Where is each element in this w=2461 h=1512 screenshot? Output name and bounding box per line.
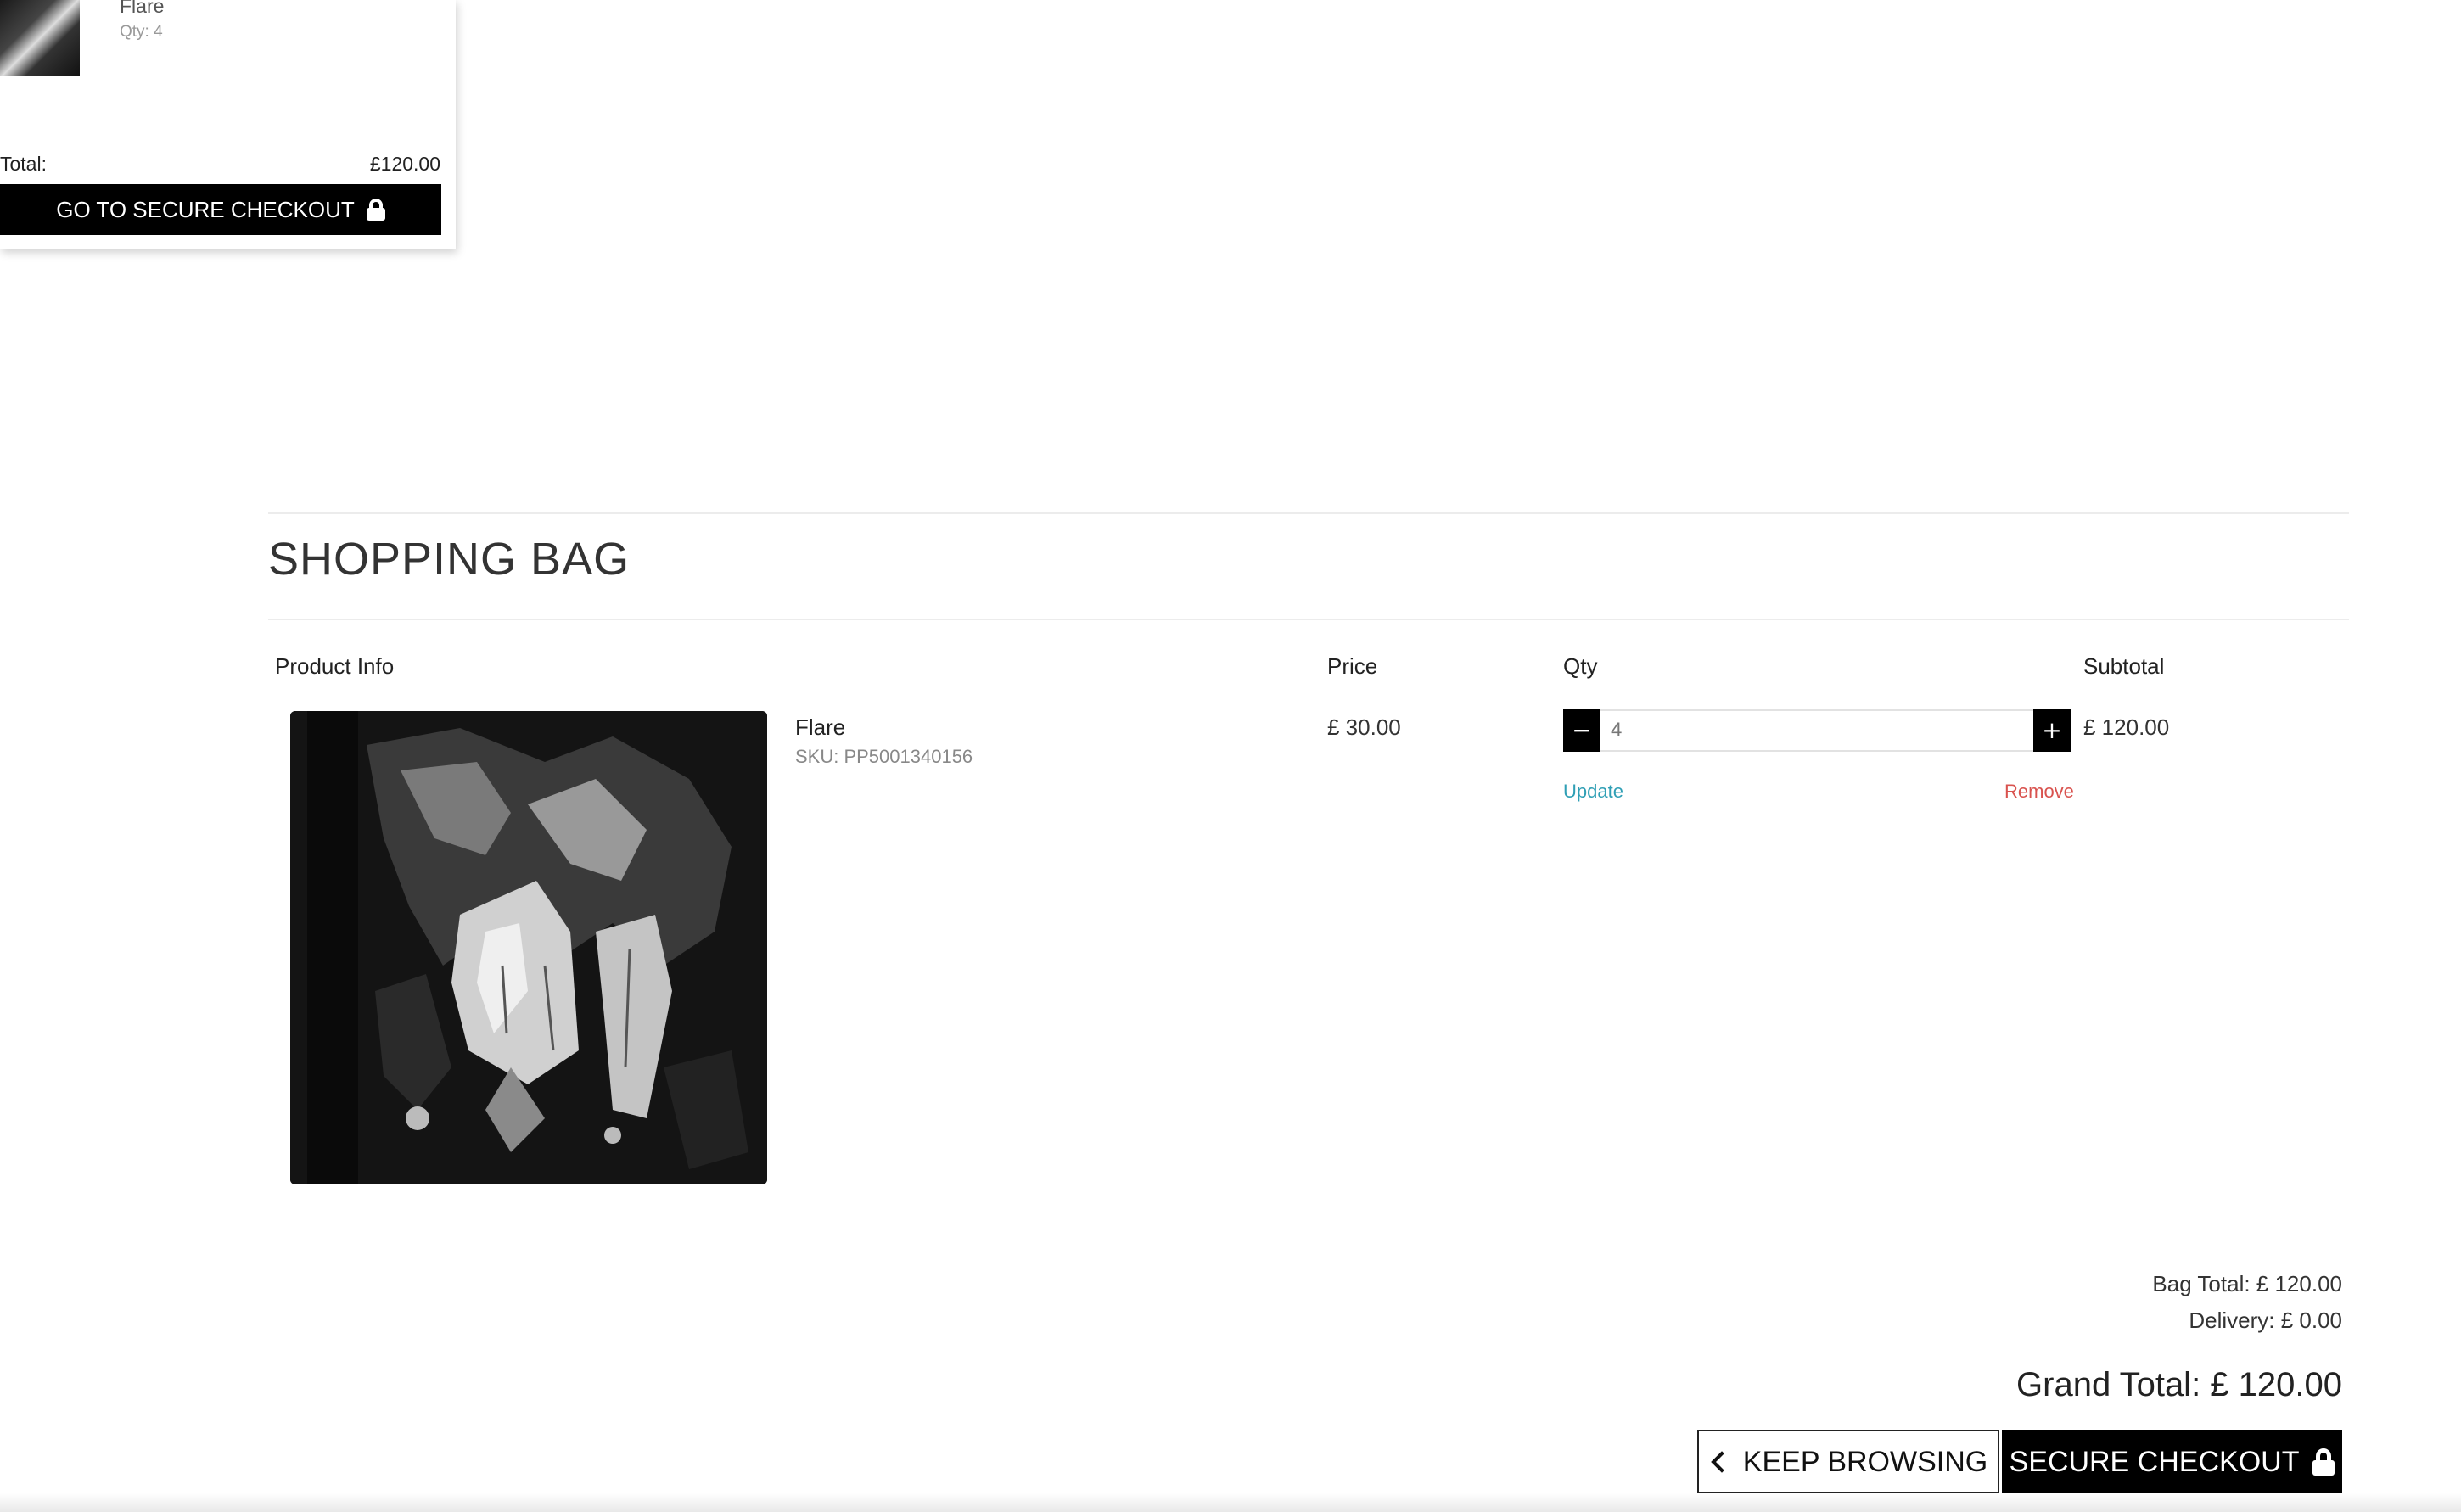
column-header-price: Price xyxy=(1327,653,1378,679)
lock-icon xyxy=(2312,1448,2335,1476)
mini-bag-dropdown: Flare Qty: 4 Total: £120.00 GO TO SECURE… xyxy=(0,0,456,249)
keep-browsing-button[interactable]: KEEP BROWSING xyxy=(1697,1430,1999,1494)
quantity-stepper: − + xyxy=(1563,709,2071,752)
grand-total: Grand Total: £ 120.00 xyxy=(2016,1366,2342,1403)
increment-button[interactable]: + xyxy=(2033,709,2071,752)
mini-bag-total-value: £120.00 xyxy=(369,153,440,175)
mini-bag-item-qty: Qty: 4 xyxy=(120,23,163,41)
bag-total: Bag Total: £ 120.00 xyxy=(2152,1271,2342,1296)
secure-checkout-button[interactable]: SECURE CHECKOUT xyxy=(2002,1430,2342,1494)
lock-icon xyxy=(366,199,385,221)
mini-bag-checkout-button[interactable]: GO TO SECURE CHECKOUT xyxy=(0,184,441,235)
mini-bag-item-name[interactable]: Flare xyxy=(120,0,164,18)
page: Flare Qty: 4 Total: £120.00 GO TO SECURE… xyxy=(0,0,2461,1512)
product-name: Flare xyxy=(795,714,846,740)
product-subtotal: £ 120.00 xyxy=(2083,714,2170,740)
remove-link[interactable]: Remove xyxy=(2004,781,2074,803)
decrement-button[interactable]: − xyxy=(1563,709,1600,752)
product-price: £ 30.00 xyxy=(1327,714,1401,740)
divider xyxy=(268,512,2349,514)
delivery-cost: Delivery: £ 0.00 xyxy=(2189,1308,2342,1333)
column-header-product: Product Info xyxy=(275,653,395,679)
mini-bag-item-thumbnail[interactable] xyxy=(0,0,80,76)
page-title: SHOPPING BAG xyxy=(268,534,631,585)
secure-checkout-label: SECURE CHECKOUT xyxy=(2009,1445,2300,1478)
plus-icon: + xyxy=(2042,716,2062,744)
column-header-subtotal: Subtotal xyxy=(2083,653,2165,679)
column-header-qty: Qty xyxy=(1563,653,1598,679)
mini-bag-checkout-label: GO TO SECURE CHECKOUT xyxy=(56,196,355,222)
mini-bag-total-label: Total: xyxy=(0,153,47,175)
chevron-left-icon xyxy=(1711,1451,1733,1473)
product-sku: SKU: PP5001340156 xyxy=(795,746,973,767)
page-bottom-edge xyxy=(0,1493,2461,1512)
product-photo xyxy=(290,711,767,1184)
quantity-input[interactable] xyxy=(1600,709,2033,752)
minus-icon: − xyxy=(1572,716,1592,744)
divider xyxy=(268,619,2349,620)
keep-browsing-label: KEEP BROWSING xyxy=(1742,1445,1988,1478)
product-image[interactable] xyxy=(290,711,767,1184)
update-link[interactable]: Update xyxy=(1563,781,1623,803)
